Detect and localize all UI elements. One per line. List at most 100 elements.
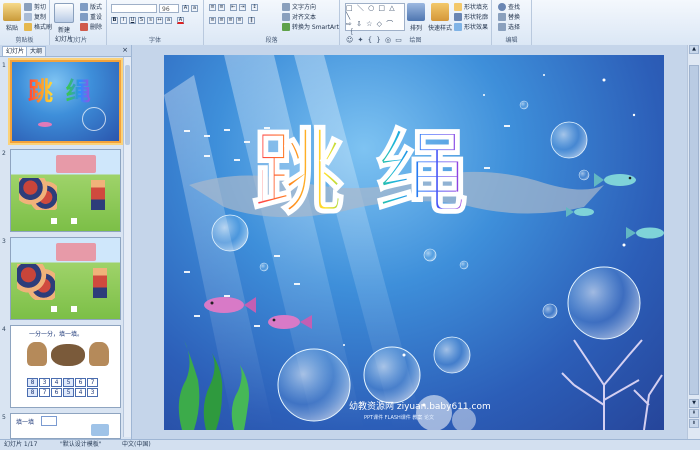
pane-scrollbar[interactable] — [123, 57, 131, 437]
bold-icon[interactable]: B — [111, 17, 118, 24]
align-left-icon[interactable]: ≡ — [209, 17, 216, 24]
numbering-icon[interactable]: ≡ — [218, 4, 225, 11]
font-size-field[interactable]: 96 — [159, 4, 179, 13]
bubble — [277, 348, 351, 422]
scrollbar-thumb[interactable] — [125, 65, 130, 145]
copy-button[interactable]: 复制 — [24, 12, 46, 21]
align-right-icon[interactable]: ≡ — [227, 17, 234, 24]
thumbnail-caption: 一分一分，填一填。 — [29, 331, 84, 338]
layout-button[interactable]: 版式 — [80, 2, 102, 11]
arrange-icon — [407, 3, 425, 21]
font-color-icon[interactable]: A — [177, 17, 184, 24]
text-direction-icon — [282, 2, 290, 11]
quick-styles-button[interactable]: 快速样式 — [428, 3, 452, 32]
font-name-field[interactable] — [111, 4, 157, 13]
answer-box — [41, 416, 57, 426]
tab-outline[interactable]: 大纲 — [26, 46, 47, 56]
increase-indent-icon[interactable]: ⇥ — [239, 4, 246, 11]
italic-icon[interactable]: I — [120, 17, 127, 24]
reset-label: 重设 — [90, 14, 103, 21]
bubble — [459, 260, 469, 270]
delete-icon — [80, 22, 88, 31]
align-text-label: 对齐文本 — [292, 14, 317, 21]
replace-icon — [498, 12, 506, 21]
quick-styles-icon — [431, 3, 449, 21]
align-text-button[interactable]: 对齐文本 — [282, 12, 316, 21]
find-button[interactable]: 查找 — [498, 2, 520, 11]
bubble — [578, 169, 590, 181]
previous-slide-icon[interactable]: ⇞ — [689, 409, 699, 418]
grow-font-icon[interactable]: A — [182, 5, 189, 12]
footer-subtitle: PPT课件 FLASH课件 教案 论文 — [364, 414, 434, 421]
replace-label: 替换 — [508, 14, 521, 21]
columns-icon[interactable]: ‖ — [248, 17, 255, 24]
drawing-group: □ ＼ ○ □ △ ╲ ⇨ ⇩ ☆ ◇ ⌒ ｛ ☺ ✦ { } ◎ ▭ 排列 快速样… — [340, 0, 492, 45]
format-painter-button[interactable]: 格式刷 — [24, 22, 52, 31]
slides-group: 新建 幻灯片 版式 重设 删除 幻灯片 — [50, 0, 107, 45]
editing-group: 查找 替换 选择 编辑 — [492, 0, 532, 45]
children-group — [19, 178, 57, 210]
shape-effects-label: 形状效果 — [464, 24, 489, 31]
number-box: 7 — [39, 388, 50, 397]
bubble — [211, 214, 249, 252]
justify-icon[interactable]: ≡ — [236, 17, 243, 24]
find-icon — [498, 2, 506, 11]
shape-outline-label: 形状轮廓 — [464, 14, 489, 21]
building — [56, 155, 96, 173]
font-group: 96 A a B I U S s ↔ a A 字体 — [107, 0, 204, 45]
copy-icon — [24, 12, 32, 21]
number-box: 3 — [39, 378, 50, 387]
close-icon[interactable]: × — [122, 46, 128, 54]
shapes-gallery[interactable]: □ ＼ ○ □ △ ╲ ⇨ ⇩ ☆ ◇ ⌒ ｛ ☺ ✦ { } ◎ ▭ — [345, 3, 405, 44]
slide-thumbnail-1[interactable]: 跳 绳 — [10, 60, 121, 143]
shrink-font-icon[interactable]: a — [191, 5, 198, 12]
seaweed — [203, 353, 223, 430]
scroll-down-icon[interactable]: ▼ — [689, 399, 699, 408]
shadow-icon[interactable]: s — [147, 17, 154, 24]
align-center-icon[interactable]: ≡ — [218, 17, 225, 24]
underline-icon[interactable]: U — [129, 17, 136, 24]
shape-fill-button[interactable]: 形状填充 — [454, 2, 488, 11]
scroll-up-icon[interactable]: ▲ — [689, 45, 699, 54]
next-slide-icon[interactable]: ⇟ — [689, 419, 699, 428]
fill-icon — [454, 2, 462, 11]
spacing-icon[interactable]: ↔ — [156, 17, 163, 24]
bubble — [542, 303, 558, 319]
smartart-icon — [282, 22, 290, 31]
number-box: 6 — [51, 388, 62, 397]
slide-artwork: 跳 绳 幼教资源网 ziyuan.baby611.com PPT课件 FLASH… — [164, 55, 664, 430]
replace-button[interactable]: 替换 — [498, 12, 520, 21]
children-group — [17, 264, 55, 300]
answer-box — [71, 218, 77, 224]
slide-thumbnail-4[interactable]: 一分一分，填一填。 834567876543 — [10, 325, 121, 408]
reset-button[interactable]: 重设 — [80, 12, 102, 21]
slide-thumbnail-5[interactable]: 填一填 — [10, 413, 121, 439]
bullets-icon[interactable]: ≡ — [209, 4, 216, 11]
shape-effects-button[interactable]: 形状效果 — [454, 22, 488, 31]
case-icon[interactable]: a — [165, 17, 172, 24]
current-slide[interactable]: 跳 绳 幼教资源网 ziyuan.baby611.com PPT课件 FLASH… — [164, 55, 664, 430]
shape-outline-button[interactable]: 形状轮廓 — [454, 12, 488, 21]
decrease-indent-icon[interactable]: ⇤ — [230, 4, 237, 11]
slide-thumbnail-3[interactable] — [10, 237, 121, 320]
slide-number: 1 — [2, 62, 6, 69]
reset-icon — [80, 12, 88, 21]
delete-button[interactable]: 删除 — [80, 22, 102, 31]
strikethrough-icon[interactable]: S — [138, 17, 145, 24]
tab-slides[interactable]: 幻灯片 — [2, 46, 29, 56]
smartart-button[interactable]: 转换为 SmartArt — [282, 22, 339, 31]
scrollbar-thumb[interactable] — [689, 65, 699, 395]
building — [56, 243, 96, 261]
select-button[interactable]: 选择 — [498, 22, 520, 31]
slide-thumbnail-2[interactable] — [10, 149, 121, 232]
editor-scrollbar[interactable]: ▲ ▼ ⇞ ⇟ — [687, 45, 700, 439]
cut-button[interactable]: 剪切 — [24, 2, 46, 11]
find-label: 查找 — [508, 4, 521, 11]
text-direction-button[interactable]: 文字方向 — [282, 2, 316, 11]
new-slide-icon — [54, 3, 74, 23]
arrange-button[interactable]: 排列 — [407, 3, 425, 32]
line-spacing-icon[interactable]: ↕ — [251, 4, 258, 11]
bubble — [567, 266, 641, 340]
seaweed — [178, 340, 200, 430]
paste-button[interactable]: 粘贴 — [3, 3, 21, 32]
